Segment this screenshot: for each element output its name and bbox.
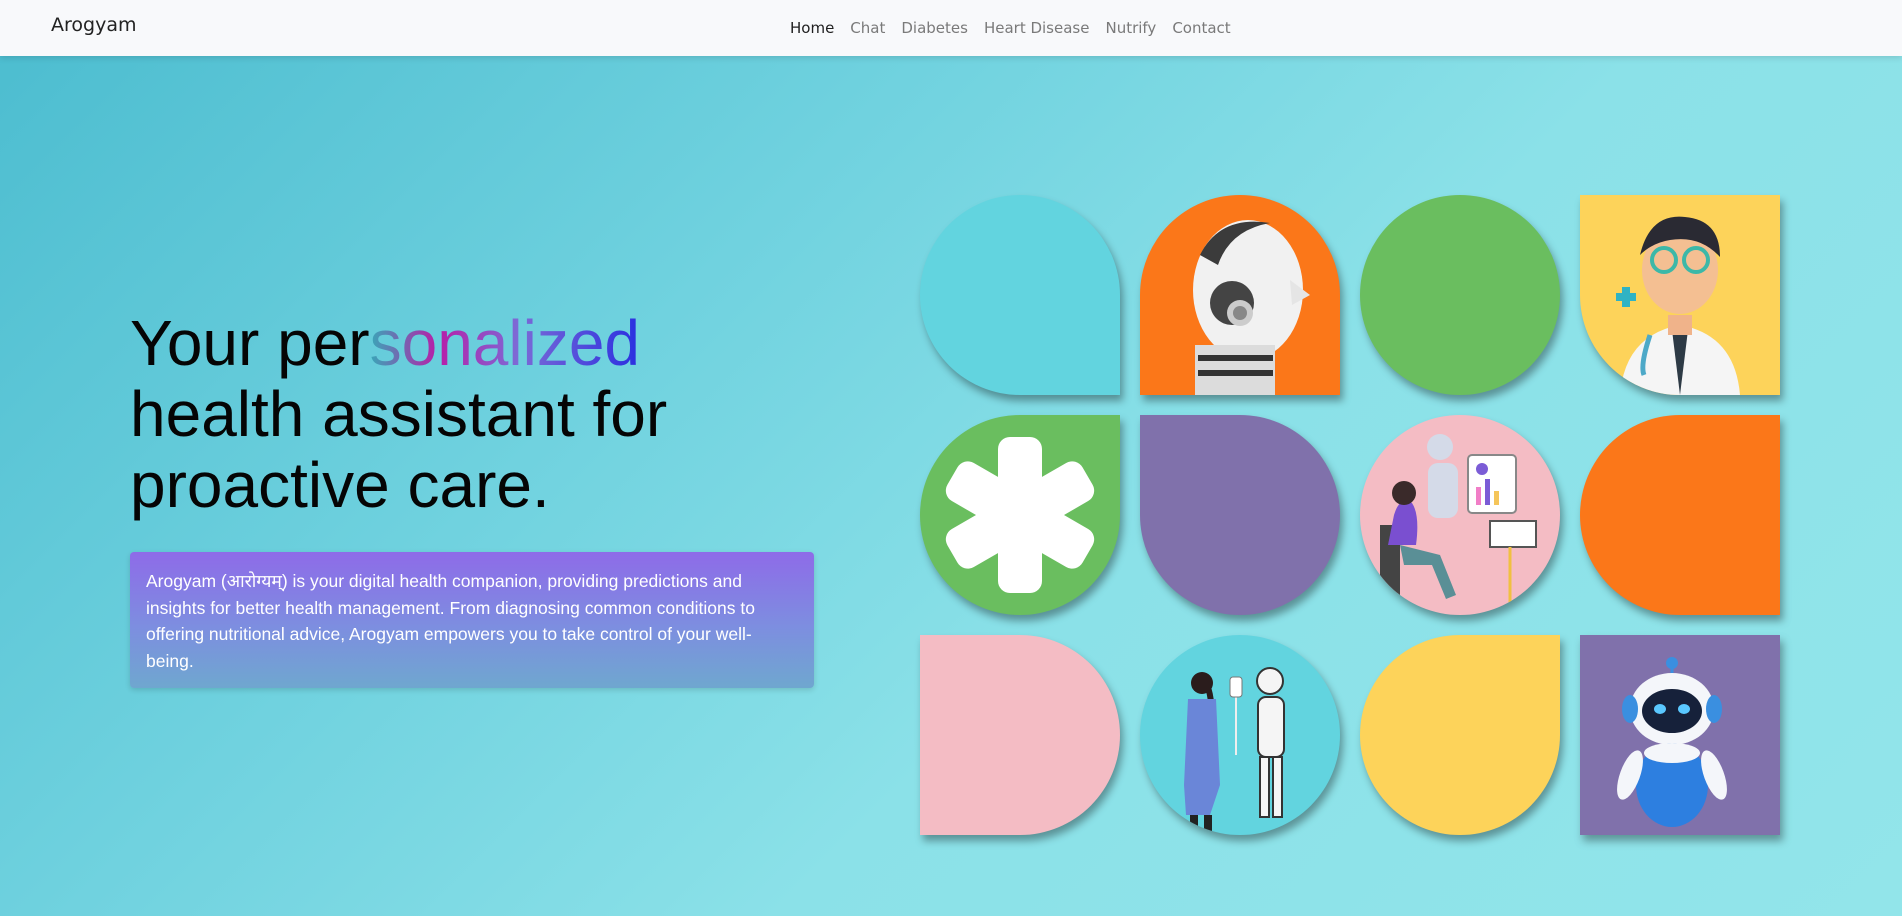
nav-contact[interactable]: Contact bbox=[1172, 19, 1230, 37]
nav-home[interactable]: Home bbox=[790, 19, 834, 37]
tile-orange-d bbox=[1580, 415, 1780, 615]
nav-chat[interactable]: Chat bbox=[850, 19, 885, 37]
tile-green-circle bbox=[1360, 195, 1560, 395]
nav-links: Home Chat Diabetes Heart Disease Nutrify… bbox=[790, 0, 1231, 56]
headline-pre: Your per bbox=[130, 307, 370, 379]
tile-yellow-drop bbox=[1360, 635, 1560, 835]
description-text: Arogyam (आरोग्यम्) is your digital healt… bbox=[146, 571, 755, 671]
robot-assistant-icon bbox=[1380, 434, 1537, 610]
cute-bot-icon bbox=[1617, 657, 1727, 827]
navbar: Arogyam Home Chat Diabetes Heart Disease… bbox=[0, 0, 1902, 56]
nav-diabetes[interactable]: Diabetes bbox=[901, 19, 968, 37]
hero-headline: Your personalized health assistant for p… bbox=[130, 308, 750, 521]
headline-gradient: sonalized bbox=[369, 307, 640, 379]
nav-nutrify[interactable]: Nutrify bbox=[1105, 19, 1156, 37]
tile-robot-head bbox=[1140, 195, 1340, 395]
tile-medical-star bbox=[920, 415, 1120, 615]
headline-post: health assistant for proactive care. bbox=[130, 378, 668, 521]
tile-purple-d bbox=[1140, 415, 1340, 615]
doctor-avatar-icon bbox=[1616, 216, 1740, 395]
tile-doctor bbox=[1580, 195, 1780, 395]
tile-bot bbox=[1580, 635, 1780, 835]
tile-pink-d bbox=[920, 635, 1120, 835]
brand-logo[interactable]: Arogyam bbox=[51, 14, 136, 36]
tile-teal-drop bbox=[920, 195, 1120, 395]
robot-head-icon bbox=[1193, 220, 1310, 395]
illustration-grid bbox=[920, 195, 1780, 835]
tile-robot-assistant bbox=[1360, 415, 1560, 615]
medical-star-icon bbox=[945, 437, 1095, 593]
nav-heart-disease[interactable]: Heart Disease bbox=[984, 19, 1090, 37]
tile-nurse-robot bbox=[1140, 635, 1340, 835]
nurse-robot-icon bbox=[1184, 667, 1285, 833]
hero-description: Arogyam (आरोग्यम्) is your digital healt… bbox=[130, 552, 814, 688]
